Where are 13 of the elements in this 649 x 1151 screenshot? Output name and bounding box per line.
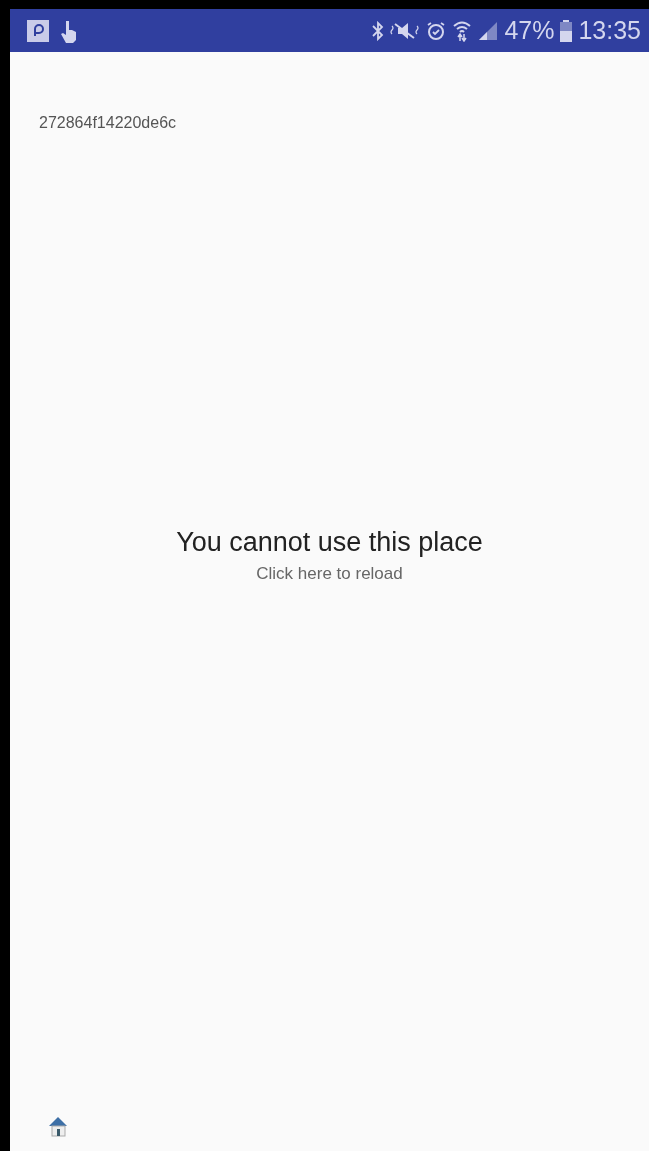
alarm-icon	[426, 20, 447, 41]
clock-time: 13:35	[578, 16, 641, 45]
device-id: 272864f14220de6c	[39, 114, 178, 132]
hand-icon	[59, 18, 79, 43]
signal-icon	[478, 20, 499, 41]
mute-icon	[390, 20, 421, 41]
reload-link[interactable]: Click here to reload	[256, 564, 403, 584]
battery-icon	[560, 19, 573, 42]
battery-percent: 47%	[504, 16, 555, 45]
error-message: You cannot use this place	[176, 527, 483, 558]
wifi-icon	[452, 19, 473, 42]
app-notification-icon	[27, 19, 49, 42]
bluetooth-icon	[372, 20, 385, 41]
